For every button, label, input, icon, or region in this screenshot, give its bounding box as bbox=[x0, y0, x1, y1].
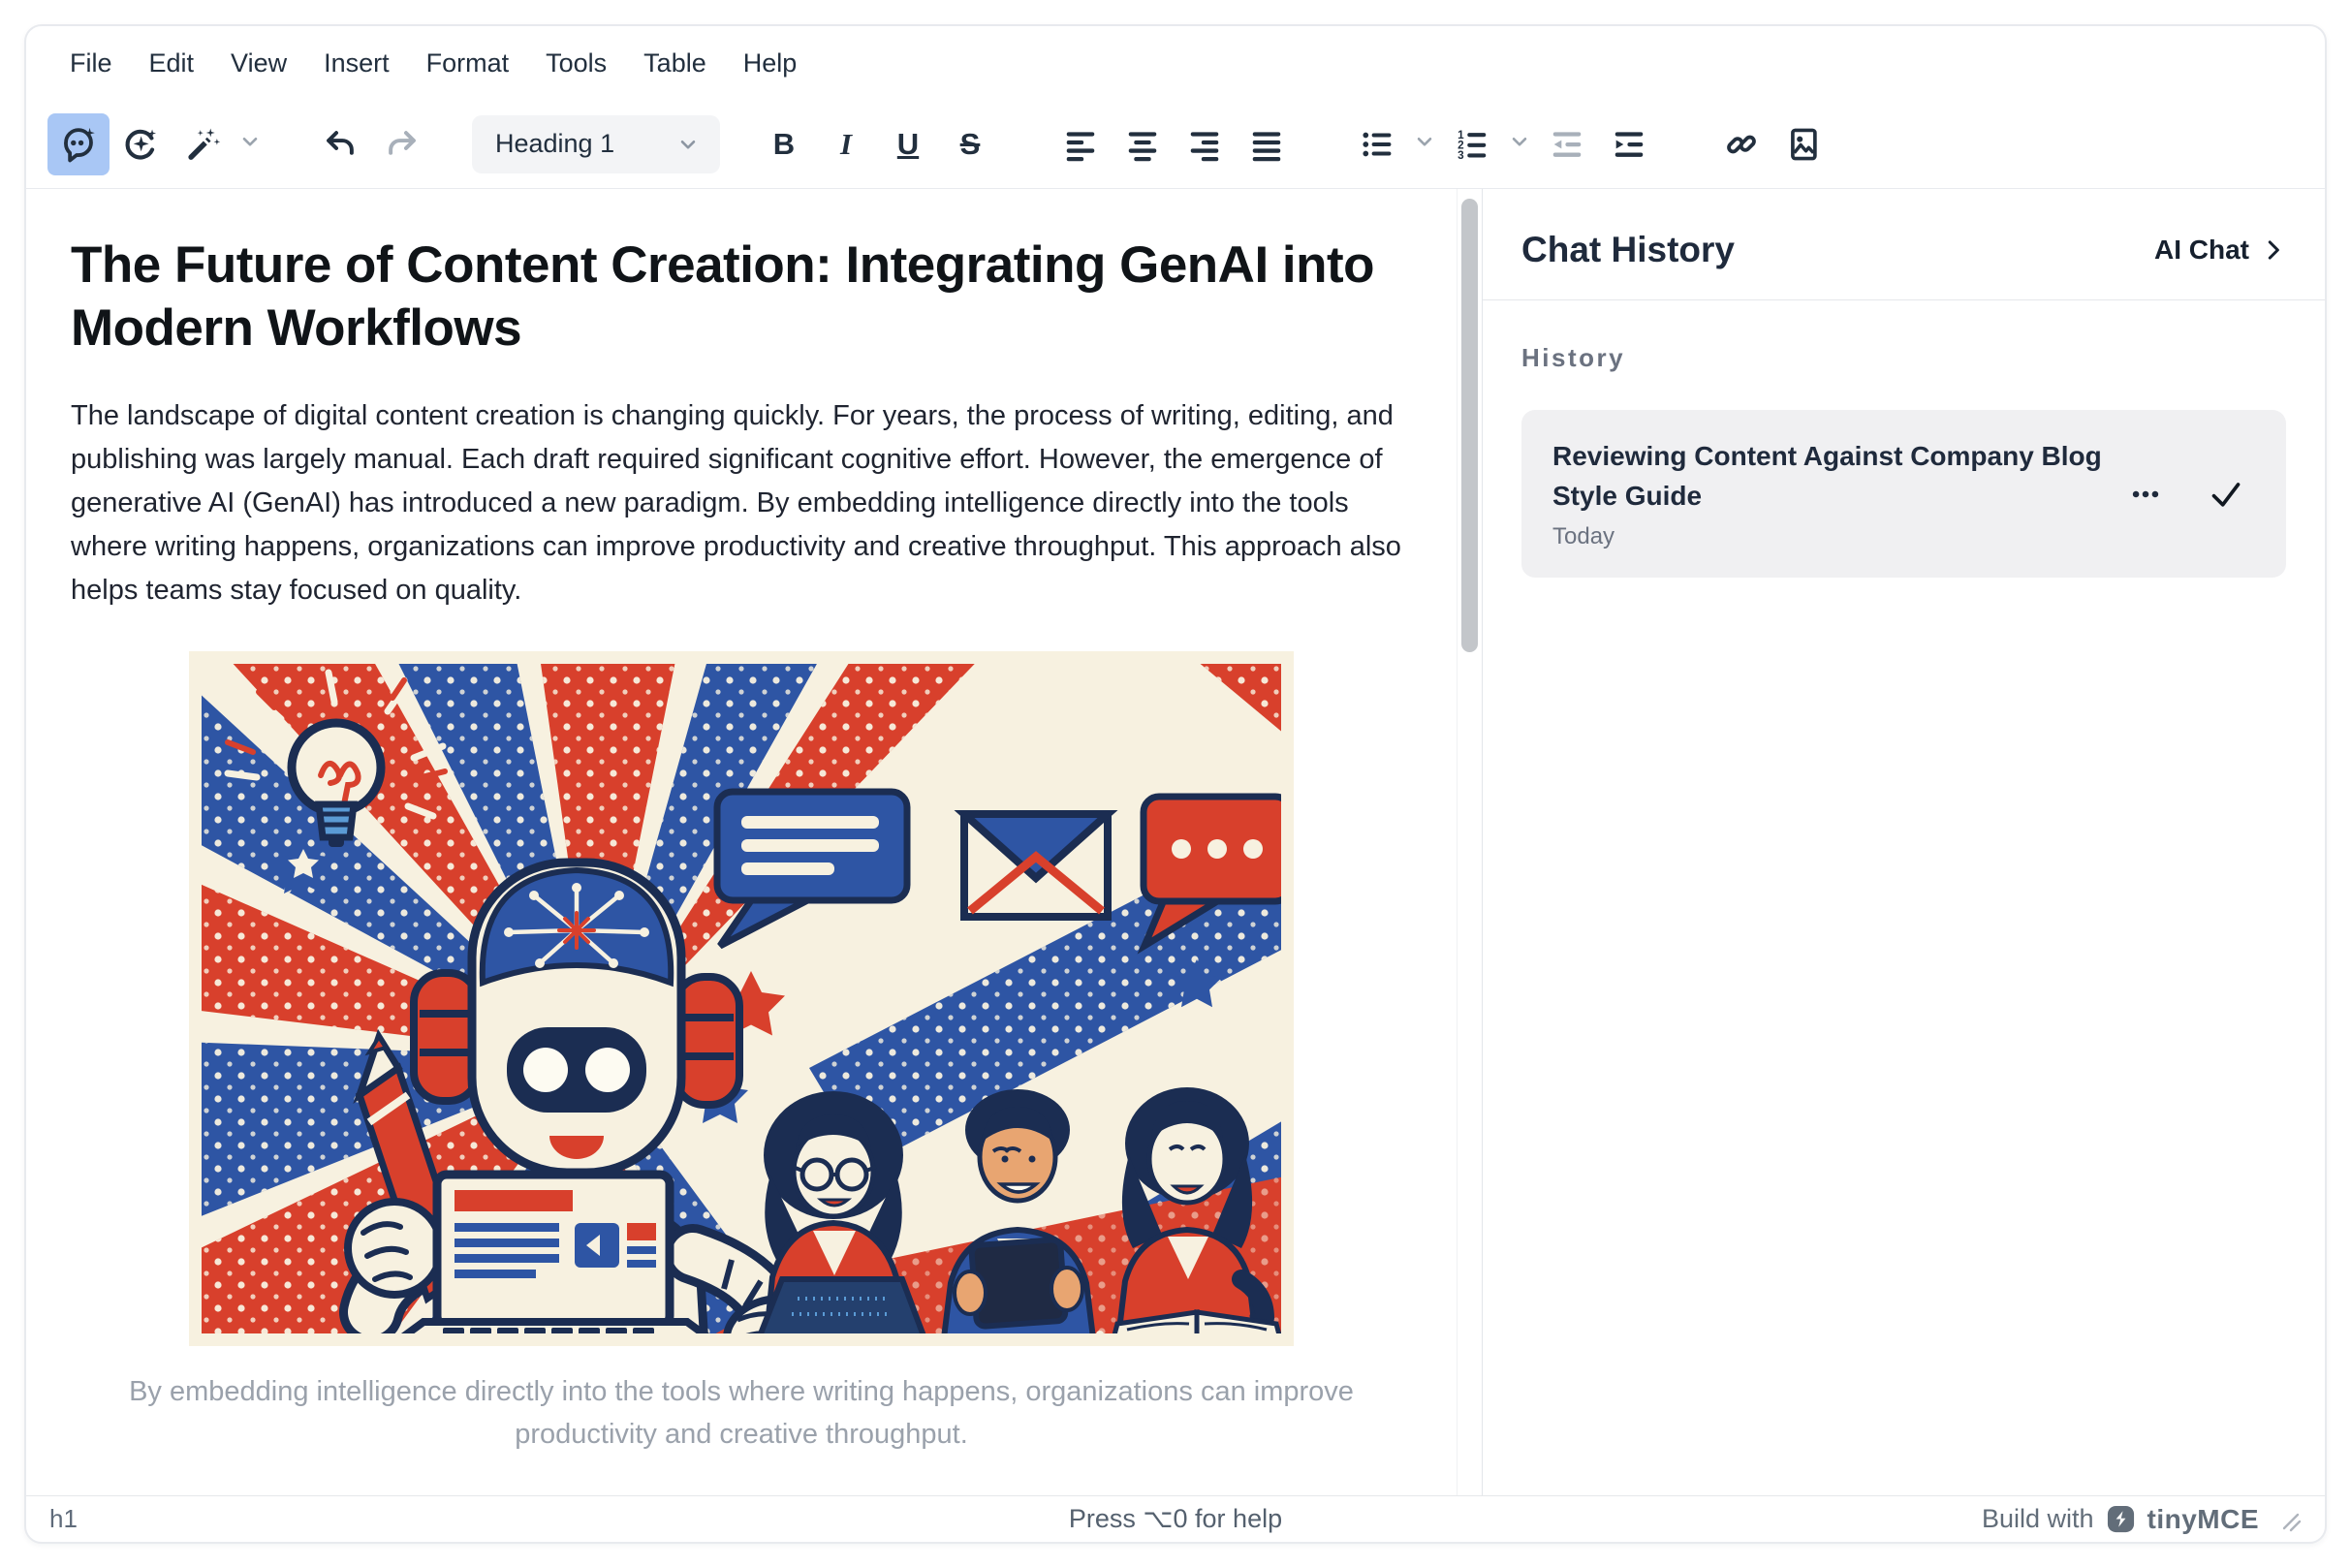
indent-button[interactable] bbox=[1598, 113, 1660, 175]
ai-chat-icon bbox=[60, 126, 97, 163]
popart-illustration bbox=[189, 651, 1294, 1346]
bullet-list-icon bbox=[1359, 126, 1395, 163]
document-paragraph[interactable]: The landscape of digital content creatio… bbox=[71, 394, 1412, 612]
underline-icon: U bbox=[897, 129, 919, 159]
underline-button[interactable]: U bbox=[877, 113, 939, 175]
ai-chat-link-label: AI Chat bbox=[2154, 235, 2249, 266]
redo-icon bbox=[384, 126, 421, 163]
document-image[interactable] bbox=[189, 651, 1294, 1346]
numbered-list-icon: 1 2 3 bbox=[1454, 126, 1490, 163]
envelope-icon bbox=[964, 814, 1108, 917]
more-options-icon[interactable] bbox=[2129, 478, 2162, 511]
chevron-right-icon bbox=[2259, 235, 2288, 265]
history-card-title: Reviewing Content Against Company Blog S… bbox=[1552, 437, 2110, 516]
status-help-text: Press ⌥0 for help bbox=[26, 1504, 2325, 1534]
branding[interactable]: Build with tinyMCE bbox=[1982, 1504, 2302, 1535]
editor-scrollbar[interactable] bbox=[1457, 189, 1482, 1495]
outdent-button[interactable] bbox=[1536, 113, 1598, 175]
align-center-button[interactable] bbox=[1112, 113, 1174, 175]
history-card[interactable]: Reviewing Content Against Company Blog S… bbox=[1521, 410, 2286, 578]
numbered-list-chevron[interactable] bbox=[1503, 113, 1536, 175]
ai-chat-link[interactable]: AI Chat bbox=[2154, 235, 2288, 266]
outdent-icon bbox=[1549, 126, 1585, 163]
menu-format[interactable]: Format bbox=[408, 39, 528, 88]
menu-table[interactable]: Table bbox=[625, 39, 725, 88]
bold-button[interactable]: B bbox=[753, 113, 815, 175]
magic-wand-icon bbox=[184, 126, 221, 163]
strikethrough-button[interactable]: S bbox=[939, 113, 1001, 175]
format-select-value: Heading 1 bbox=[495, 129, 614, 159]
toolbar: Heading 1 B I U S bbox=[26, 100, 2325, 189]
menu-edit[interactable]: Edit bbox=[131, 39, 213, 88]
history-section-label: History bbox=[1521, 343, 2286, 373]
image-button[interactable] bbox=[1772, 113, 1834, 175]
menu-insert[interactable]: Insert bbox=[305, 39, 408, 88]
align-center-icon bbox=[1124, 126, 1161, 163]
chevron-down-icon bbox=[1412, 129, 1437, 159]
align-left-icon bbox=[1062, 126, 1099, 163]
chat-history-panel: Chat History AI Chat History Reviewing C… bbox=[1482, 189, 2325, 1495]
chevron-down-icon bbox=[237, 129, 263, 159]
menu-tools[interactable]: Tools bbox=[527, 39, 625, 88]
history-card-date: Today bbox=[1552, 523, 2110, 550]
align-left-button[interactable] bbox=[1050, 113, 1112, 175]
editor-content[interactable]: The Future of Content Creation: Integrat… bbox=[26, 189, 1457, 1495]
ai-shortcuts-button[interactable] bbox=[172, 113, 234, 175]
menu-bar: File Edit View Insert Format Tools Table… bbox=[26, 26, 2325, 100]
check-icon[interactable] bbox=[2207, 475, 2245, 514]
link-icon bbox=[1723, 126, 1760, 163]
italic-icon: I bbox=[840, 129, 852, 159]
menu-view[interactable]: View bbox=[212, 39, 305, 88]
align-justify-icon bbox=[1248, 126, 1285, 163]
resize-grip[interactable] bbox=[2276, 1507, 2302, 1532]
bold-icon: B bbox=[773, 129, 795, 159]
align-justify-button[interactable] bbox=[1236, 113, 1298, 175]
menu-file[interactable]: File bbox=[51, 39, 131, 88]
numbered-list-button[interactable]: 1 2 3 bbox=[1441, 113, 1503, 175]
chevron-down-icon bbox=[1507, 129, 1532, 159]
ai-review-button[interactable] bbox=[110, 113, 172, 175]
svg-text:3: 3 bbox=[1458, 149, 1464, 162]
italic-button[interactable]: I bbox=[815, 113, 877, 175]
status-bar: Press ⌥0 for help h1 Build with tinyMCE bbox=[26, 1495, 2325, 1542]
branding-prefix: Build with bbox=[1982, 1504, 2094, 1534]
bullet-list-chevron[interactable] bbox=[1408, 113, 1441, 175]
ai-chat-button[interactable] bbox=[47, 113, 110, 175]
menu-help[interactable]: Help bbox=[725, 39, 816, 88]
chat-history-title: Chat History bbox=[1521, 230, 1735, 270]
document-title[interactable]: The Future of Content Creation: Integrat… bbox=[71, 234, 1389, 360]
image-icon bbox=[1785, 126, 1822, 163]
indent-icon bbox=[1611, 126, 1647, 163]
undo-button[interactable] bbox=[309, 113, 371, 175]
undo-icon bbox=[322, 126, 359, 163]
align-right-icon bbox=[1186, 126, 1223, 163]
image-caption[interactable]: By embedding intelligence directly into … bbox=[97, 1371, 1386, 1456]
laptop bbox=[391, 1175, 720, 1346]
format-select[interactable]: Heading 1 bbox=[472, 115, 720, 173]
tinymce-logo-icon bbox=[2106, 1504, 2136, 1534]
ai-shortcuts-chevron[interactable] bbox=[234, 113, 266, 175]
scrollbar-thumb[interactable] bbox=[1461, 199, 1478, 652]
main-area: The Future of Content Creation: Integrat… bbox=[26, 189, 2325, 1495]
tinymce-editor-window: File Edit View Insert Format Tools Table… bbox=[24, 24, 2327, 1544]
bullet-list-button[interactable] bbox=[1346, 113, 1408, 175]
ai-review-icon bbox=[122, 126, 159, 163]
align-right-button[interactable] bbox=[1174, 113, 1236, 175]
branding-name: tinyMCE bbox=[2147, 1504, 2260, 1535]
strikethrough-icon: S bbox=[960, 129, 981, 159]
redo-button[interactable] bbox=[371, 113, 433, 175]
link-button[interactable] bbox=[1710, 113, 1772, 175]
chevron-down-icon bbox=[675, 132, 701, 157]
